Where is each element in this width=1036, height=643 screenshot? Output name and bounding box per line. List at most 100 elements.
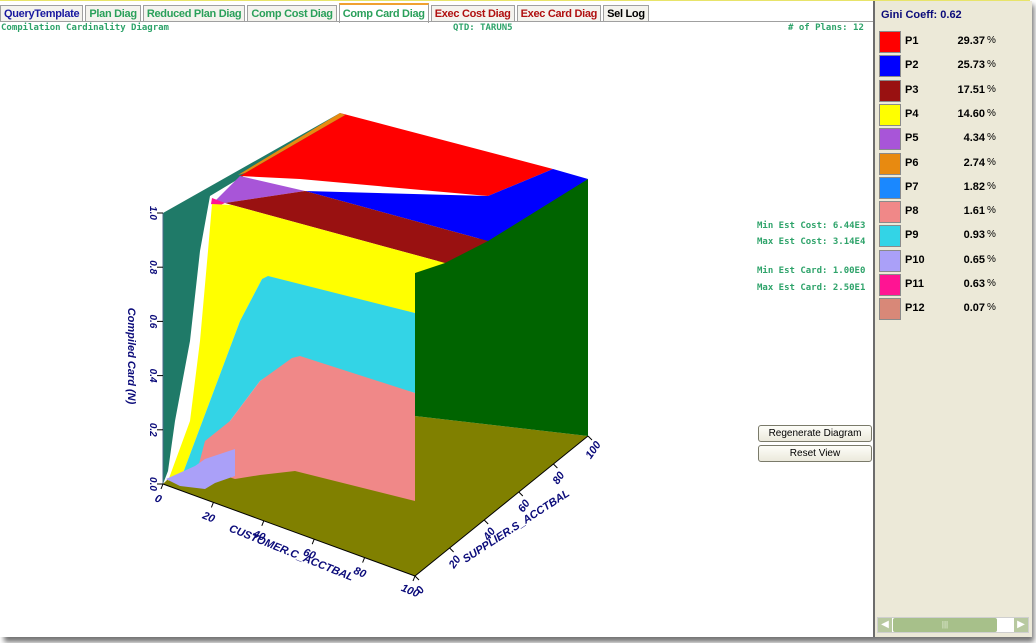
reset-view-button[interactable]: Reset View: [758, 445, 872, 462]
legend-percent-unit: %: [987, 132, 996, 144]
y-tick: [553, 463, 558, 469]
legend-plan-percent: 2.74: [963, 156, 985, 169]
y-tick: [449, 547, 454, 553]
tab-querytemplate[interactable]: QueryTemplate: [0, 5, 84, 22]
legend-percent-unit: %: [987, 278, 996, 289]
x-tick-label: 0: [153, 493, 164, 507]
region-P1: [240, 113, 553, 196]
tab-bar: QueryTemplate Plan Diag Reduced Plan Diag C…: [0, 3, 651, 23]
z-axis-title: Compiled Card (N): [125, 308, 137, 405]
y-tick-label: 100: [583, 439, 604, 462]
legend-percent-unit: %: [987, 229, 996, 241]
x-tick: [412, 575, 416, 582]
horizontal-scrollbar[interactable]: ◀ ||| ▶: [877, 617, 1029, 633]
legend-plan-percent: 25.73: [957, 59, 985, 72]
legend-item: P12 0.07%: [879, 298, 1029, 321]
legend-percent-unit: %: [987, 35, 996, 46]
legend-item: P10 0.65%: [879, 249, 1029, 272]
legend-swatch: [879, 201, 901, 224]
legend-plan-percent: 0.93: [963, 229, 985, 242]
max-est-card: Max Est Card: 2.50E1: [757, 283, 866, 293]
tab-exec-cost-diag[interactable]: Exec Cost Diag: [430, 5, 515, 22]
legend-plan-name: P11: [905, 278, 924, 290]
legend-swatch: [879, 128, 901, 151]
z-tick-label: 0.8: [147, 260, 158, 274]
legend-item: P6 2.74%: [879, 152, 1029, 175]
legend-plan-percent: 29.37: [957, 35, 985, 47]
legend-plan-name: P9: [905, 229, 919, 242]
legend-plan-name: P7: [905, 180, 919, 193]
z-tick-label: 0.6: [147, 314, 158, 328]
legend-percent-unit: %: [987, 205, 996, 217]
legend-plan-percent: 1.61: [963, 205, 985, 218]
legend-percent-unit: %: [987, 180, 996, 192]
legend-swatch: [879, 225, 901, 248]
y-tick: [518, 491, 524, 497]
z-tick-label: 0.2: [147, 423, 158, 437]
legend-plan-name: P2: [905, 59, 919, 72]
gini-coefficient: Gini Coeff: 0.62: [881, 9, 962, 21]
legend-item: P5 4.34%: [879, 128, 1029, 151]
legend-plan-name: P10: [905, 253, 925, 266]
legend-percent-unit: %: [987, 302, 996, 314]
scroll-thumb[interactable]: |||: [893, 618, 997, 632]
y-tick: [483, 519, 489, 525]
legend-plan-percent: 1.82: [963, 180, 985, 193]
legend-plan-percent: 0.63: [963, 278, 985, 290]
legend-plan-percent: 4.34: [963, 132, 985, 145]
legend-swatch: [879, 79, 901, 102]
legend-swatch: [879, 176, 901, 199]
min-est-card: Min Est Card: 1.00E0: [757, 266, 866, 276]
legend-plan-percent: 14.60: [957, 107, 985, 120]
legend-plan-name: P4: [905, 107, 919, 120]
legend-swatch: [879, 274, 901, 296]
legend-plan-percent: 0.07: [963, 302, 985, 315]
scroll-left-arrow-icon[interactable]: ◀: [878, 618, 892, 632]
x-tick: [160, 483, 164, 490]
legend-item: P4 14.60%: [879, 103, 1029, 126]
tab-plan-diag[interactable]: Plan Diag: [85, 5, 141, 22]
tab-comp-cost-diag[interactable]: Comp Cost Diag: [247, 5, 337, 22]
app-window: QueryTemplate Plan Diag Reduced Plan Diag C…: [0, 0, 1032, 637]
regenerate-diagram-button[interactable]: Regenerate Diagram: [758, 425, 872, 442]
scroll-right-arrow-icon[interactable]: ▶: [1014, 618, 1028, 632]
x-tick: [261, 520, 265, 526]
tab-reduced-plan-diag[interactable]: Reduced Plan Diag: [142, 5, 246, 22]
z-tick-label: 0.4: [147, 369, 158, 383]
legend-swatch: [879, 55, 901, 78]
legend-item: P3 17.51%: [879, 79, 1029, 102]
legend-item: P9 0.93%: [879, 225, 1029, 248]
x-tick-label: 20: [200, 509, 218, 525]
legend-item: P7 1.82%: [879, 176, 1029, 199]
tab-sel-log[interactable]: Sel Log: [603, 5, 649, 22]
legend-swatch: [879, 152, 901, 175]
legend-item: P2 25.73%: [879, 55, 1029, 78]
tab-divider: [0, 21, 873, 22]
legend-percent-unit: %: [987, 107, 996, 119]
y-tick: [414, 575, 420, 581]
x-tick: [311, 539, 315, 545]
legend-plan-name: P8: [905, 205, 919, 218]
min-est-cost: Min Est Cost: 6.44E3: [757, 221, 866, 231]
legend-percent-unit: %: [987, 253, 996, 265]
legend-swatch: [879, 31, 901, 53]
legend-plan-percent: 0.65: [963, 253, 985, 266]
max-est-cost: Max Est Cost: 3.14E4: [757, 237, 866, 247]
y-tick-label: 80: [551, 469, 568, 487]
x-tick: [362, 557, 366, 563]
y-tick: [587, 435, 593, 441]
legend-item: P1 29.37%: [879, 31, 1029, 53]
cardinality-3d-chart[interactable]: 0.00.20.40.60.81.00204060801000204060801…: [0, 31, 870, 631]
legend-panel: Gini Coeff: 0.62 P1 29.37% P2 25.73% P3 17.51…: [873, 1, 1032, 637]
legend-plan-percent: 17.51: [957, 83, 985, 96]
legend-swatch: [879, 298, 901, 321]
legend-swatch: [879, 249, 901, 272]
legend-item: P11 0.63%: [879, 274, 1029, 296]
legend-percent-unit: %: [987, 83, 996, 95]
tab-exec-card-diag[interactable]: Exec Card Diag: [516, 5, 602, 22]
x-tick: [210, 502, 214, 508]
tab-comp-card-diag[interactable]: Comp Card Diag: [338, 3, 429, 23]
legend-percent-unit: %: [987, 156, 996, 168]
legend-plan-name: P6: [905, 156, 919, 169]
z-tick-label: 1.0: [147, 206, 158, 220]
